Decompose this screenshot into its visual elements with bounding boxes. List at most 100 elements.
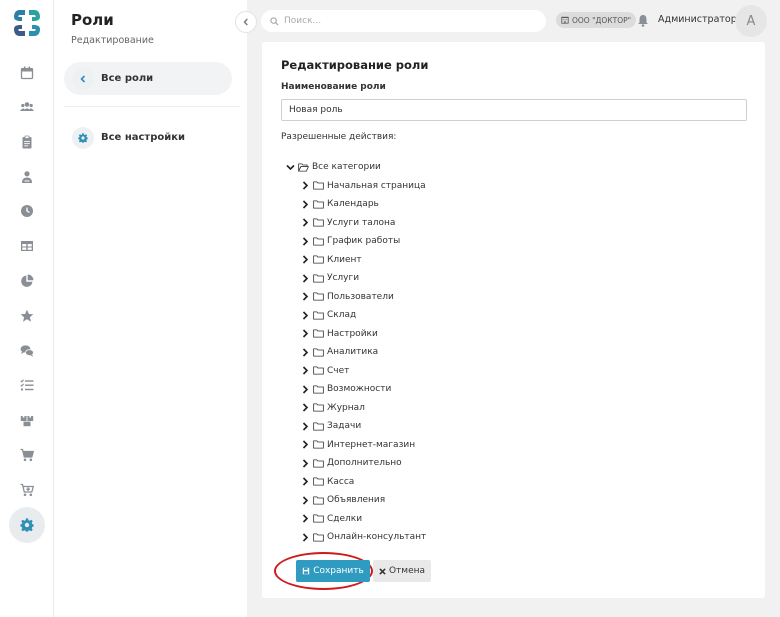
tree-item[interactable]: Пользователи: [301, 290, 394, 304]
floppy-disk-icon: [302, 567, 310, 575]
tree-item[interactable]: Склад: [301, 308, 356, 322]
all-settings-link[interactable]: Все настройки: [64, 121, 232, 154]
permissions-label: Разрешенные действия:: [281, 132, 397, 142]
tree-item-label: Касса: [327, 476, 355, 487]
chevron-right-icon: [302, 366, 309, 375]
tree-item[interactable]: Начальная страница: [301, 179, 426, 193]
rail-users-icon[interactable]: [9, 89, 45, 125]
cancel-button[interactable]: Отмена: [373, 560, 431, 582]
folder-icon: [313, 403, 324, 412]
search-input[interactable]: [284, 16, 534, 26]
folder-icon: [313, 440, 324, 449]
tree-item-label: Интернет-магазин: [327, 439, 416, 450]
tree-item-label: Объявления: [327, 495, 386, 505]
chevron-right-icon: [302, 218, 309, 227]
tree-item-label: Онлайн-консультант: [327, 532, 427, 542]
chevron-right-icon: [302, 458, 309, 468]
organization-badge[interactable]: ООО "ДОКТОР": [556, 12, 637, 28]
all-settings-label: Все настройки: [101, 132, 186, 143]
back-to-roles-link[interactable]: Все роли: [64, 62, 232, 95]
folder-icon: [313, 458, 324, 468]
tree-root-all-categories[interactable]: Все категории: [286, 160, 381, 174]
rail-table-icon[interactable]: [9, 228, 45, 264]
tree-item[interactable]: Дополнительно: [301, 456, 402, 470]
folder-icon: [313, 199, 324, 209]
rail-gear-icon[interactable]: [9, 507, 45, 543]
search-bar[interactable]: [261, 10, 546, 32]
chevron-left-icon: [72, 67, 94, 90]
folder-icon: [313, 255, 324, 264]
rail-cart-icon[interactable]: [9, 437, 45, 473]
tree-item[interactable]: Возможности: [301, 382, 391, 396]
sidebar-subtitle: Редактирование: [71, 35, 154, 46]
role-name-label: Наименование роли: [281, 82, 386, 92]
tree-item[interactable]: График работы: [301, 234, 400, 248]
tree-item[interactable]: Настройки: [301, 327, 378, 341]
folder-icon: [313, 477, 324, 486]
tree-item-label: Настройки: [327, 328, 378, 339]
chevron-right-icon: [302, 310, 309, 320]
avatar[interactable]: А: [735, 5, 767, 37]
tree-root-label: Все категории: [312, 162, 381, 172]
role-name-field[interactable]: [281, 99, 747, 121]
chevron-right-icon: [302, 421, 309, 431]
chevron-right-icon: [302, 199, 309, 209]
rail-clipboard-icon[interactable]: [9, 124, 45, 160]
folder-icon: [313, 181, 324, 190]
tree-item-label: Возможности: [327, 384, 392, 394]
rail-cart-plus-icon[interactable]: [9, 472, 45, 508]
folder-icon: [313, 514, 324, 523]
chevron-down-icon: [286, 164, 295, 170]
tree-item[interactable]: Счет: [301, 364, 349, 378]
user-name[interactable]: Администратор: [658, 14, 737, 25]
rail-person-icon[interactable]: [9, 159, 45, 195]
tree-item-label: Сделки: [327, 513, 363, 524]
tree-item[interactable]: Касса: [301, 475, 354, 489]
secondary-sidebar: Роли Редактирование Все роли Все настрой…: [55, 0, 247, 617]
sidebar-divider: [64, 106, 240, 107]
rail-chat-icon[interactable]: [9, 333, 45, 369]
page-title: Редактирование роли: [281, 58, 429, 72]
app-logo[interactable]: [12, 8, 42, 38]
tree-item[interactable]: Аналитика: [301, 345, 378, 359]
rail-clock-icon[interactable]: [9, 193, 45, 229]
folder-icon: [313, 421, 324, 431]
chevron-right-icon: [302, 347, 309, 357]
edit-role-card: Редактирование роли Наименование роли Ра…: [262, 42, 765, 598]
icon-rail: [0, 0, 54, 617]
folder-open-icon: [298, 162, 309, 172]
tree-item[interactable]: Задачи: [301, 419, 361, 433]
chevron-left-icon: [243, 18, 248, 26]
tree-item[interactable]: Сделки: [301, 512, 362, 526]
folder-icon: [313, 532, 324, 542]
tree-item-label: Задачи: [327, 421, 362, 431]
tree-item[interactable]: Журнал: [301, 401, 365, 415]
tree-item-label: Журнал: [327, 402, 365, 413]
rail-star-icon[interactable]: [9, 298, 45, 334]
rail-pie-chart-icon[interactable]: [9, 263, 45, 299]
rail-list-icon[interactable]: [9, 367, 45, 403]
chevron-right-icon: [302, 329, 309, 338]
folder-icon: [313, 347, 324, 357]
tree-item[interactable]: Клиент: [301, 253, 362, 267]
notifications-bell-icon[interactable]: [637, 12, 649, 31]
tree-item-label: Дополнительно: [327, 458, 402, 468]
tree-item[interactable]: Онлайн-консультант: [301, 530, 426, 544]
collapse-sidebar-button[interactable]: [235, 11, 257, 33]
tree-item[interactable]: Услуги: [301, 271, 359, 285]
folder-icon: [313, 495, 324, 505]
back-to-roles-label: Все роли: [101, 73, 154, 84]
tree-item[interactable]: Услуги талона: [301, 216, 395, 230]
rail-calendar-icon[interactable]: [9, 55, 45, 91]
folder-icon: [313, 292, 324, 301]
tree-item[interactable]: Интернет-магазин: [301, 438, 415, 452]
tree-item[interactable]: Объявления: [301, 493, 385, 507]
chevron-right-icon: [302, 532, 309, 542]
chevron-right-icon: [302, 440, 309, 449]
folder-icon: [313, 310, 324, 320]
rail-boxes-icon[interactable]: [9, 402, 45, 438]
tree-item-label: Начальная страница: [327, 180, 426, 191]
save-button[interactable]: Сохранить: [296, 560, 370, 582]
chevron-right-icon: [302, 181, 309, 190]
tree-item[interactable]: Календарь: [301, 197, 379, 211]
